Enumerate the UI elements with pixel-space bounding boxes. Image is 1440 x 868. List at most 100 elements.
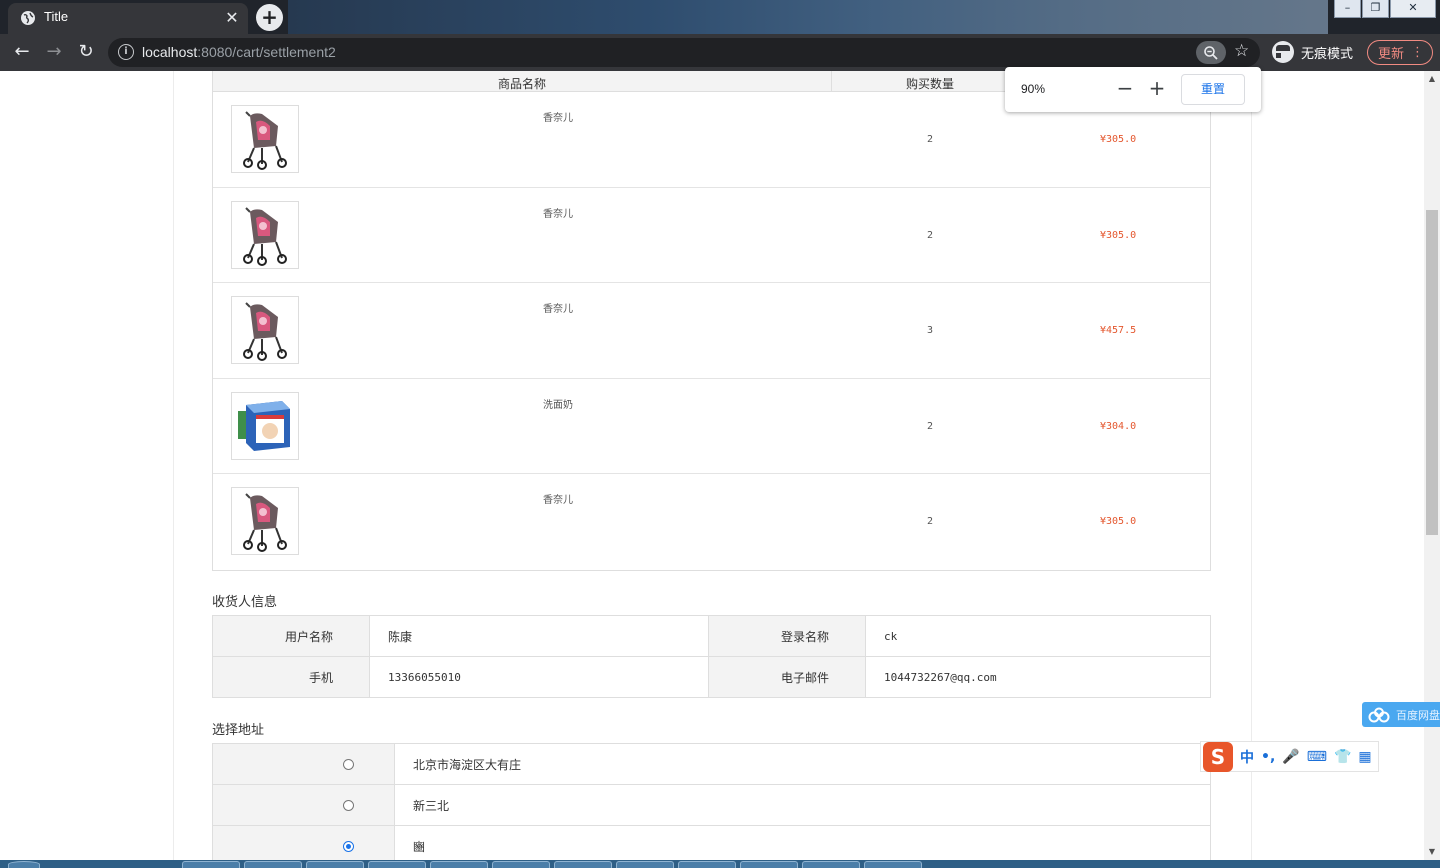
start-button[interactable] bbox=[8, 861, 40, 868]
update-label: 更新 bbox=[1378, 47, 1405, 62]
address-row[interactable]: 豳 bbox=[212, 825, 1211, 860]
punctuation-icon[interactable]: •, bbox=[1261, 749, 1275, 765]
header-name: 商品名称 bbox=[498, 77, 547, 91]
url-host: localhost bbox=[142, 44, 198, 60]
zoom-indicator-button[interactable] bbox=[1196, 41, 1226, 64]
taskbar-item[interactable] bbox=[864, 861, 922, 868]
zoom-popup: 90% − + 重置 bbox=[1005, 67, 1261, 112]
product-name[interactable]: 洗面奶 bbox=[543, 396, 573, 411]
taskbar-item[interactable] bbox=[244, 861, 302, 868]
sogou-logo-icon[interactable]: S bbox=[1203, 741, 1233, 772]
header-divider bbox=[831, 71, 832, 92]
taskbar-item[interactable] bbox=[802, 861, 860, 868]
os-taskbar bbox=[0, 860, 1440, 868]
product-thumbnail[interactable] bbox=[231, 200, 299, 269]
address-bar[interactable]: i localhost:8080/cart/settlement2 ☆ bbox=[108, 38, 1260, 67]
product-price: ¥305.0 bbox=[1100, 229, 1137, 241]
zoom-in-button[interactable]: + bbox=[1145, 76, 1169, 100]
address-radio-selected[interactable] bbox=[343, 841, 354, 852]
address-row[interactable]: 新三北 bbox=[212, 784, 1211, 826]
address-section-title: 选择地址 bbox=[212, 723, 265, 738]
incognito-indicator[interactable]: 无痕模式 bbox=[1272, 40, 1353, 64]
forward-arrow-icon[interactable]: → bbox=[42, 40, 66, 64]
microphone-icon[interactable]: 🎤 bbox=[1282, 749, 1299, 765]
incognito-icon bbox=[1272, 41, 1300, 63]
browser-titlebar: Title ✕ + – ❐ ✕ bbox=[0, 0, 1440, 34]
product-price: ¥305.0 bbox=[1100, 516, 1137, 528]
product-quantity: 2 bbox=[927, 229, 934, 241]
taskbar-item[interactable] bbox=[430, 861, 488, 868]
product-name[interactable]: 香奈儿 bbox=[543, 300, 573, 315]
zoom-out-magnifier-icon bbox=[1204, 46, 1218, 60]
taskbar-item[interactable] bbox=[368, 861, 426, 868]
taskbar-item[interactable] bbox=[306, 861, 364, 868]
product-name[interactable]: 香奈儿 bbox=[543, 491, 573, 506]
login-label: 登录名称 bbox=[708, 615, 866, 657]
bookmark-star-icon[interactable]: ☆ bbox=[1234, 41, 1249, 61]
site-info-icon[interactable]: i bbox=[118, 44, 134, 60]
back-arrow-icon[interactable]: ← bbox=[10, 40, 34, 64]
address-label: 北京市海淀区大有庄 bbox=[394, 743, 1211, 785]
globe-icon bbox=[21, 11, 35, 25]
goods-row: 洗面奶 2 ¥304.0 bbox=[213, 379, 1210, 475]
keyboard-icon[interactable]: ⌨ bbox=[1307, 749, 1327, 765]
stroller-image bbox=[243, 493, 287, 553]
new-tab-button[interactable]: + bbox=[256, 4, 283, 31]
tab-close-button[interactable]: ✕ bbox=[222, 8, 242, 28]
baidu-label: 百度网盘 bbox=[1396, 708, 1440, 722]
ime-toolbar: S 中 •, 🎤 ⌨ 👕 ▦ bbox=[1200, 741, 1379, 772]
radio-cell bbox=[212, 825, 395, 860]
product-quantity: 2 bbox=[927, 420, 934, 432]
zoom-out-button[interactable]: − bbox=[1113, 76, 1137, 100]
stroller-image bbox=[243, 302, 287, 362]
reload-icon[interactable]: ↻ bbox=[74, 40, 98, 64]
product-name[interactable]: 香奈儿 bbox=[543, 109, 573, 124]
scroll-down-arrow-icon[interactable]: ▼ bbox=[1424, 844, 1440, 860]
menu-dots-icon[interactable]: ⋮ bbox=[1411, 45, 1424, 60]
radio-cell bbox=[212, 784, 395, 826]
product-quantity: 2 bbox=[927, 134, 934, 145]
address-label: 豳 bbox=[394, 825, 1211, 860]
address-row[interactable]: 北京市海淀区大有庄 bbox=[212, 743, 1211, 785]
taskbar-item[interactable] bbox=[740, 861, 798, 868]
taskbar-item[interactable] bbox=[678, 861, 736, 868]
taskbar-item[interactable] bbox=[492, 861, 550, 868]
product-thumbnail[interactable] bbox=[231, 391, 299, 460]
address-radio[interactable] bbox=[343, 800, 354, 811]
goods-row: 香奈儿 2 ¥305.0 bbox=[213, 474, 1210, 570]
receiver-info-table: 用户名称 陈康 登录名称 ck 手机 13366055010 电子邮件 1044… bbox=[212, 615, 1211, 698]
window-close-button[interactable]: ✕ bbox=[1390, 0, 1436, 18]
baidu-netdisk-widget[interactable]: 百度网盘 bbox=[1362, 702, 1440, 727]
username-label: 用户名称 bbox=[212, 615, 370, 657]
vertical-scrollbar[interactable]: ▲ ▼ bbox=[1424, 71, 1440, 860]
product-price: ¥457.5 bbox=[1100, 325, 1137, 337]
chinese-mode-button[interactable]: 中 bbox=[1240, 747, 1254, 767]
receiver-section-title: 收货人信息 bbox=[212, 595, 278, 610]
minimize-button[interactable]: – bbox=[1334, 0, 1361, 18]
incognito-label: 无痕模式 bbox=[1301, 46, 1354, 62]
cloud-icon bbox=[1368, 707, 1390, 722]
goods-table: 商品名称 购买数量 香奈儿 2 ¥305.0 香奈儿 2 ¥305.0 香奈儿 3 ¥457.5… bbox=[212, 71, 1211, 571]
skin-shirt-icon[interactable]: 👕 bbox=[1334, 749, 1351, 765]
url-text[interactable]: localhost:8080/cart/settlement2 bbox=[142, 44, 336, 60]
address-radio[interactable] bbox=[343, 759, 354, 770]
product-quantity: 3 bbox=[927, 325, 934, 337]
restore-button[interactable]: ❐ bbox=[1362, 0, 1389, 18]
stroller-image bbox=[243, 111, 287, 170]
zoom-reset-button[interactable]: 重置 bbox=[1181, 74, 1245, 105]
scroll-up-arrow-icon[interactable]: ▲ bbox=[1424, 71, 1440, 87]
update-button[interactable]: 更新 ⋮ bbox=[1367, 40, 1433, 65]
email-value: 1044732267@qq.com bbox=[865, 656, 1211, 698]
browser-tab[interactable]: Title ✕ bbox=[8, 3, 248, 34]
product-name[interactable]: 香奈儿 bbox=[543, 205, 573, 220]
taskbar-item[interactable] bbox=[554, 861, 612, 868]
taskbar-item[interactable] bbox=[616, 861, 674, 868]
product-thumbnail[interactable] bbox=[231, 487, 299, 556]
scrollbar-thumb[interactable] bbox=[1426, 210, 1438, 535]
header-quantity: 购买数量 bbox=[906, 77, 955, 91]
product-thumbnail[interactable] bbox=[231, 296, 299, 365]
product-thumbnail[interactable] bbox=[231, 105, 299, 173]
taskbar-item[interactable] bbox=[182, 861, 240, 868]
toolbox-grid-icon[interactable]: ▦ bbox=[1358, 749, 1371, 765]
address-label: 新三北 bbox=[394, 784, 1211, 826]
